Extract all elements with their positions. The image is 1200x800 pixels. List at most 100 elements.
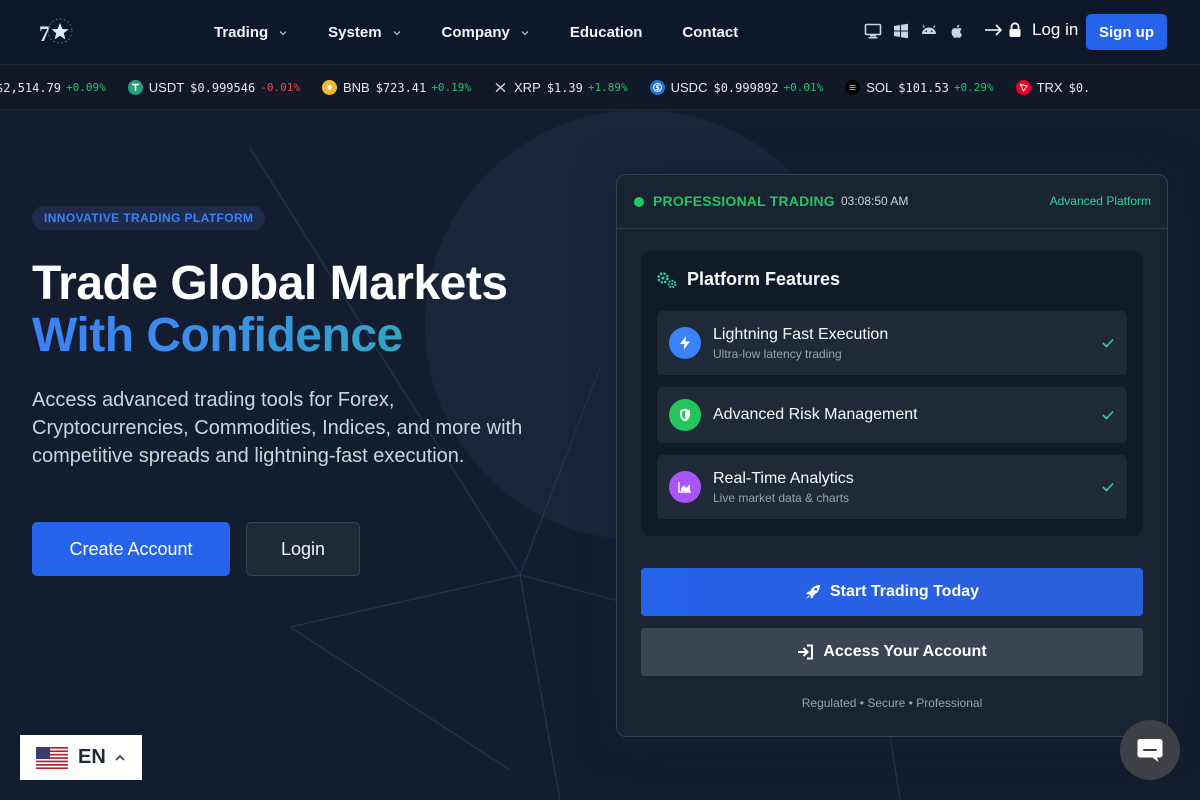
feature-item: Lightning Fast Execution Ultra-low laten… [657, 311, 1127, 375]
nav-education-label: Education [569, 24, 643, 41]
desktop-icon[interactable] [864, 22, 882, 40]
nav-contact-label: Contact [682, 24, 739, 41]
hero-title: Trade Global Markets With Confidence [32, 258, 508, 362]
trx-coin-icon [1015, 80, 1031, 95]
nav-system-label: System [328, 24, 382, 41]
card-tag: Advanced Platform [1049, 194, 1151, 208]
login-link[interactable]: Log in [984, 20, 1078, 40]
ticker-price: $2,514.79 [0, 80, 62, 95]
ticker-item[interactable]: TRX $0. [1015, 80, 1096, 95]
ticker-price: $0. [1068, 80, 1091, 95]
ticker-change: -0.01% [260, 81, 300, 94]
feature-item: Real-Time Analytics Live market data & c… [657, 455, 1127, 519]
chevron-down-icon [279, 30, 287, 36]
ticker-change: +1.89% [587, 81, 628, 94]
main-nav: Trading System Company Education Contact [200, 0, 764, 65]
card-footer-note: Regulated • Secure • Professional [801, 696, 983, 710]
feature-subtitle: Ultra-low latency trading [713, 347, 842, 361]
chat-bubble-icon [1137, 739, 1163, 762]
card-clock: 03:08:50 AM [841, 194, 909, 208]
sign-in-icon [798, 644, 814, 660]
ticker-change: +0.01% [783, 81, 824, 94]
card-header: PROFESSIONAL TRADING 03:08:50 AM Advance… [617, 175, 1167, 229]
feature-title: Real-Time Analytics [713, 470, 854, 487]
ticker-track: $2,514.79 +0.09% USDT $0.999546 -0.01% B… [0, 65, 1117, 109]
usdc-coin-icon: $ [649, 80, 665, 95]
check-icon [1102, 410, 1114, 420]
ticker-item[interactable]: BNB $723.41 +0.19% [321, 80, 472, 95]
live-status-dot [634, 197, 644, 207]
chevron-up-icon [115, 754, 125, 761]
ticker-item[interactable]: USDT $0.999546 -0.01% [127, 80, 300, 95]
ticker-symbol: USDT [148, 80, 185, 95]
hero-title-line2: With Confidence [32, 310, 508, 362]
bnb-coin-icon [321, 80, 337, 95]
create-account-button[interactable]: Create Account [32, 522, 230, 576]
crypto-price-ticker: $2,514.79 +0.09% USDT $0.999546 -0.01% B… [0, 65, 1200, 110]
nav-trading-label: Trading [214, 24, 269, 41]
platform-downloads [864, 22, 966, 40]
shield-icon [669, 399, 701, 431]
usdt-coin-icon [127, 80, 143, 95]
features-title: Platform Features [655, 269, 840, 290]
ticker-item[interactable]: XRP $1.39 +1.89% [493, 80, 628, 95]
lightning-icon [669, 327, 701, 359]
seven-star-logo-icon[interactable]: 7 [36, 16, 76, 48]
android-icon[interactable] [920, 22, 938, 40]
nav-system[interactable]: System [314, 24, 415, 41]
us-flag-icon [36, 746, 68, 769]
sol-coin-icon [845, 80, 861, 95]
nav-company-label: Company [441, 24, 510, 41]
start-trading-label: Start Trading Today [829, 583, 980, 600]
check-icon [1102, 338, 1114, 348]
start-trading-button[interactable]: Start Trading Today [641, 568, 1143, 616]
xrp-coin-icon [493, 80, 508, 95]
arrow-right-icon [985, 24, 1003, 36]
feature-subtitle: Live market data & charts [713, 491, 850, 505]
nav-contact[interactable]: Contact [668, 24, 752, 41]
ticker-item[interactable]: SOL $101.53 +0.29% [845, 80, 994, 95]
ticker-symbol: BNB [342, 80, 370, 95]
login-link-label: Log in [1032, 20, 1079, 39]
cogs-icon [657, 271, 677, 288]
feature-title: Advanced Risk Management [713, 406, 918, 423]
chat-widget-button[interactable] [1120, 720, 1180, 780]
ticker-price: $1.39 [546, 80, 583, 95]
check-icon [1102, 482, 1114, 492]
signup-button[interactable]: Sign up [1086, 14, 1167, 50]
hero-login-button[interactable]: Login [246, 522, 360, 576]
hero-description: Access advanced trading tools for Forex,… [32, 389, 523, 467]
hero-title-line1: Trade Global Markets [32, 257, 508, 310]
ticker-item[interactable]: $2,514.79 +0.09% [0, 81, 106, 95]
ticker-change: +0.09% [66, 81, 106, 94]
chart-icon [669, 471, 701, 503]
apple-icon[interactable] [948, 22, 966, 40]
windows-icon[interactable] [892, 22, 910, 40]
language-code: EN [78, 746, 106, 768]
ticker-symbol: SOL [866, 80, 893, 95]
platform-card: PROFESSIONAL TRADING 03:08:50 AM Advance… [616, 174, 1168, 737]
ticker-price: $723.41 [375, 80, 427, 95]
language-selector[interactable]: EN [20, 735, 142, 780]
lock-icon [1009, 22, 1021, 37]
feature-item: Advanced Risk Management [657, 387, 1127, 443]
ticker-change: +0.29% [953, 81, 994, 94]
hero-badge: INNOVATIVE TRADING PLATFORM [32, 206, 266, 230]
top-navbar: 7 Trading System Company Education Conta… [0, 0, 1200, 65]
access-account-label: Access Your Account [823, 643, 987, 660]
card-status-label: PROFESSIONAL TRADING [653, 193, 835, 209]
nav-company[interactable]: Company [428, 24, 544, 41]
ticker-symbol: XRP [514, 80, 541, 95]
ticker-price: $0.999892 [713, 80, 779, 95]
chevron-down-icon [393, 30, 401, 36]
feature-title: Lightning Fast Execution [713, 326, 889, 343]
features-title-label: Platform Features [687, 269, 841, 289]
ticker-item[interactable]: $ USDC $0.999892 +0.01% [649, 80, 824, 95]
nav-trading[interactable]: Trading [200, 24, 302, 41]
svg-text:$: $ [655, 84, 660, 92]
features-panel: Platform Features Lightning Fast Executi… [641, 251, 1143, 536]
nav-education[interactable]: Education [556, 24, 657, 41]
ticker-change: +0.19% [431, 81, 472, 94]
ticker-price: $0.999546 [190, 80, 256, 95]
access-account-button[interactable]: Access Your Account [641, 628, 1143, 676]
